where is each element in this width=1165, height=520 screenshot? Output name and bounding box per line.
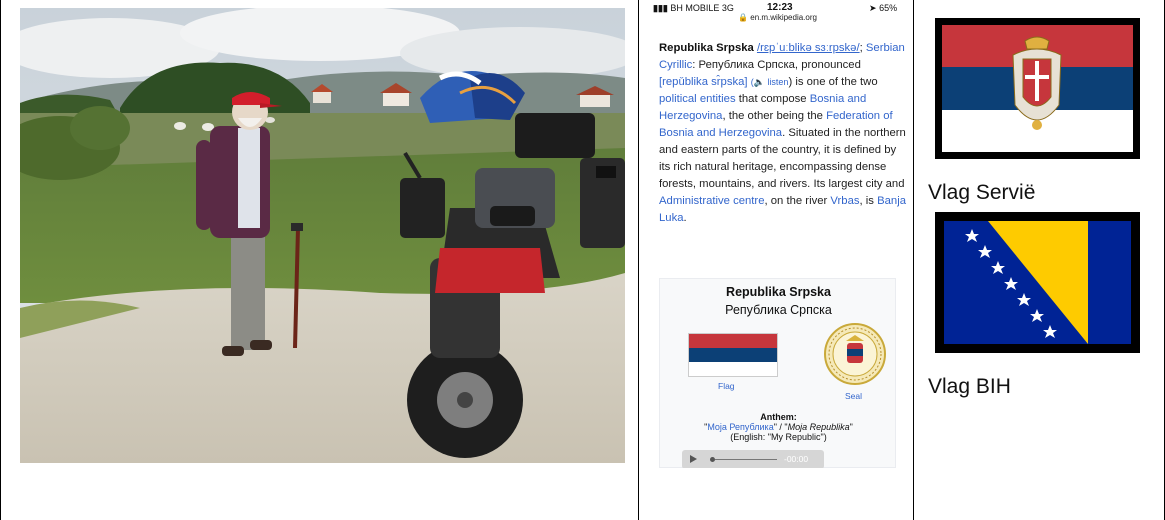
play-icon[interactable] (690, 455, 697, 463)
ipa-link[interactable]: /rɛpˈuːblikə sɜːrpskə/ (757, 42, 860, 54)
status-time: 12:23 (767, 2, 793, 13)
article-body: Republika Srpska /rɛpˈuːblikə sɜːrpskə/;… (659, 42, 906, 224)
audio-player[interactable]: -00:00 (682, 450, 824, 468)
motorcycle-photo (20, 8, 625, 463)
signal-icon: ▮▮▮ (653, 3, 668, 13)
infobox-title: Republika Srpska (726, 285, 831, 299)
seal-caption-link[interactable]: Seal (845, 391, 862, 401)
serbia-flag-image (935, 18, 1140, 159)
bih-flag-caption: Vlag BIH (928, 375, 1011, 398)
lock-icon: 🔒 (738, 13, 749, 22)
speaker-icon: 🔈 (753, 77, 765, 87)
seal-image[interactable] (824, 323, 886, 385)
vrbas-link[interactable]: Vrbas (830, 195, 859, 207)
rs-flag-image[interactable] (688, 333, 778, 377)
serbia-flag-caption: Vlag Servië (928, 181, 1036, 204)
audio-time: -00:00 (784, 454, 809, 464)
wikipedia-phone-screenshot: ▮▮▮ BH MOBILE 3G 12:23 ➤ 65% 🔒 en.m.wiki… (645, 0, 910, 468)
infobox-subtitle: Република Српска (725, 303, 832, 317)
url-text: en.m.wikipedia.org (750, 13, 817, 22)
location-arrow-icon: ➤ (869, 3, 877, 13)
url-bar[interactable]: 🔒 en.m.wikipedia.org (645, 13, 910, 22)
table-divider-2 (913, 0, 914, 520)
political-entities-link[interactable]: political entities (659, 93, 736, 105)
flag-caption-link[interactable]: Flag (718, 381, 735, 391)
listen-link[interactable]: (🔈 listen (751, 77, 789, 87)
admin-centre-link[interactable]: Administrative centre (659, 195, 764, 207)
seek-track[interactable] (715, 459, 777, 460)
table-border-left (0, 0, 1, 520)
infobox: Republika Srpska Република Српска Flag S… (659, 278, 896, 468)
article-term: Republika Srpska (659, 42, 754, 54)
table-divider-1 (638, 0, 639, 520)
bih-flag-image (935, 212, 1140, 353)
pronunciation-link[interactable]: [repǔblika sr̂pska] (659, 76, 748, 88)
anthem-cyrillic-link[interactable]: Моја Република (707, 422, 773, 432)
serbian-coat-of-arms-icon (1012, 36, 1062, 130)
anthem-info: Anthem: "Моја Република" / "Moja Republi… (704, 412, 853, 442)
